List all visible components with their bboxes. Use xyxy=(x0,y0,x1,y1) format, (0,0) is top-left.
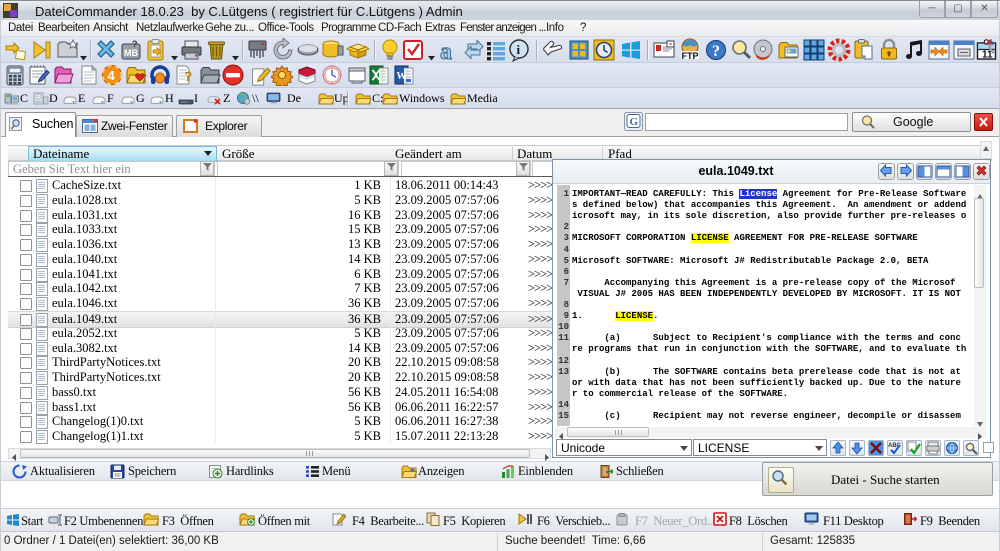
svg-text:?: ? xyxy=(712,43,720,60)
svg-text:i: i xyxy=(517,42,521,57)
svg-text:G: G xyxy=(630,116,639,128)
svg-text:MB: MB xyxy=(124,48,138,58)
svg-text:FTP: FTP xyxy=(682,51,699,61)
svg-text:?: ? xyxy=(132,39,138,49)
svg-text:a: a xyxy=(440,39,452,62)
svg-text:4: 4 xyxy=(108,68,116,83)
svg-text:?: ? xyxy=(185,70,192,85)
